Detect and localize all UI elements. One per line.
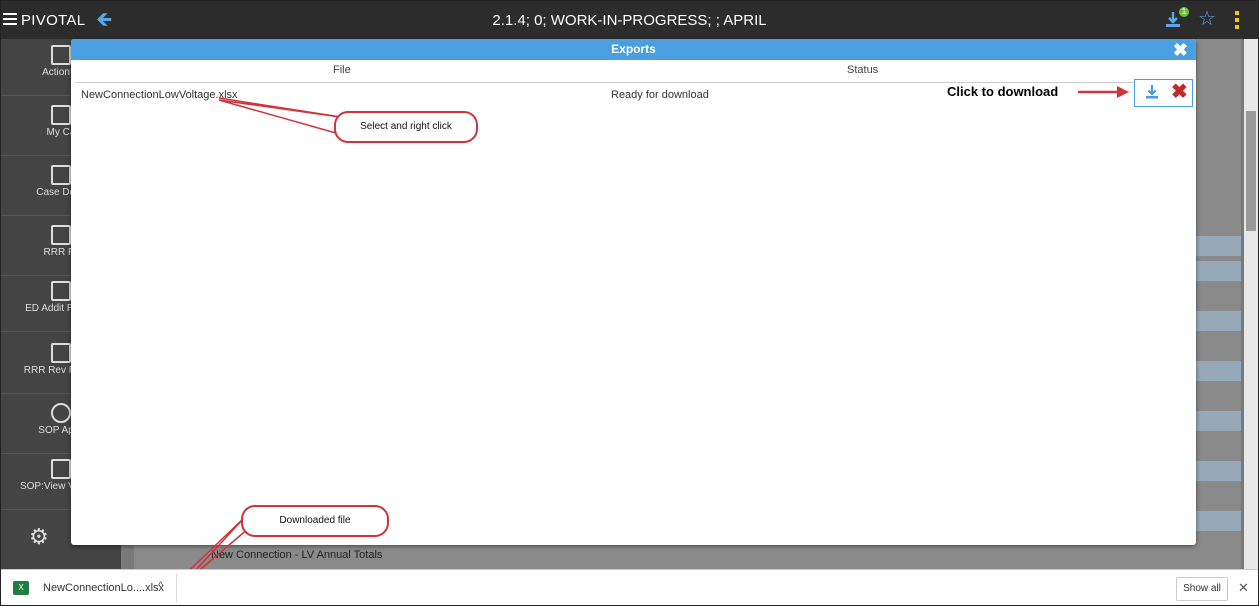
downloaded-file-name[interactable]: NewConnectionLo....xlsx <box>43 582 164 594</box>
divider <box>176 574 177 602</box>
chevron-up-icon[interactable]: ^ <box>158 580 163 592</box>
close-icon[interactable]: ✕ <box>1238 580 1249 596</box>
show-all-button[interactable]: Show all <box>1176 577 1228 601</box>
downloaded-callout: Downloaded file <box>241 505 389 537</box>
click-to-download-note: Click to download <box>947 84 1059 99</box>
download-bar: X NewConnectionLo....xlsx ^ Show all ✕ <box>1 569 1258 605</box>
app-window: New Connection - LV Annual Totals PIVOTA… <box>0 0 1259 606</box>
annotation-lines <box>172 86 1129 587</box>
select-callout: Select and right click <box>334 111 478 143</box>
excel-file-icon[interactable]: X <box>13 581 29 595</box>
